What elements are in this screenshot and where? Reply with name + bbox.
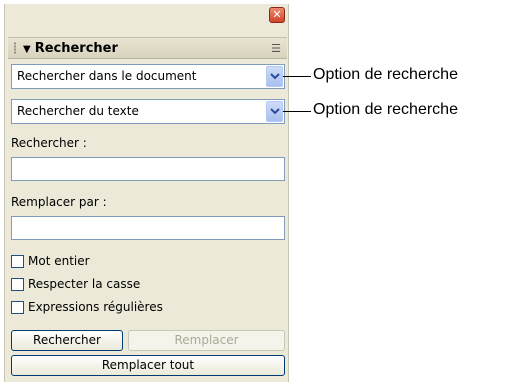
whole-word-label[interactable]: Mot entier (28, 254, 90, 268)
replace-button[interactable]: Remplacer (128, 330, 285, 351)
whole-word-checkbox[interactable] (11, 255, 24, 268)
callout-label-1: Option de recherche (313, 66, 458, 83)
search-type-dropdown[interactable]: Rechercher du texte (11, 99, 285, 124)
regex-checkbox[interactable] (11, 301, 24, 314)
panel-title[interactable]: ▼ Rechercher (23, 41, 118, 56)
close-icon[interactable]: ✕ (269, 7, 285, 23)
search-button[interactable]: Rechercher (11, 330, 123, 351)
search-scope-value: Rechercher dans le document (17, 69, 197, 83)
replace-all-button[interactable]: Remplacer tout (11, 355, 285, 376)
panel-titlebar[interactable]: ▼ Rechercher ☰ (8, 37, 287, 59)
search-panel (4, 4, 289, 382)
panel-options-icon[interactable]: ☰ (271, 42, 281, 55)
collapse-triangle-icon[interactable]: ▼ (23, 44, 31, 55)
regex-label[interactable]: Expressions régulières (28, 300, 163, 314)
callout-label-2: Option de recherche (313, 101, 458, 118)
callout-line-2 (283, 111, 311, 112)
chevron-down-icon[interactable] (266, 66, 283, 87)
match-case-checkbox[interactable] (11, 278, 24, 291)
replace-label: Remplacer par : (11, 195, 107, 209)
callout-line-1 (283, 76, 311, 77)
match-case-label[interactable]: Respecter la casse (28, 277, 140, 291)
drag-grip-icon[interactable] (13, 42, 17, 54)
search-input[interactable] (11, 157, 285, 181)
replace-input[interactable] (11, 216, 285, 240)
search-type-value: Rechercher du texte (17, 104, 139, 118)
chevron-down-icon[interactable] (266, 101, 283, 122)
search-label: Rechercher : (11, 136, 87, 150)
panel-title-label: Rechercher (34, 41, 118, 56)
search-scope-dropdown[interactable]: Rechercher dans le document (11, 64, 285, 89)
